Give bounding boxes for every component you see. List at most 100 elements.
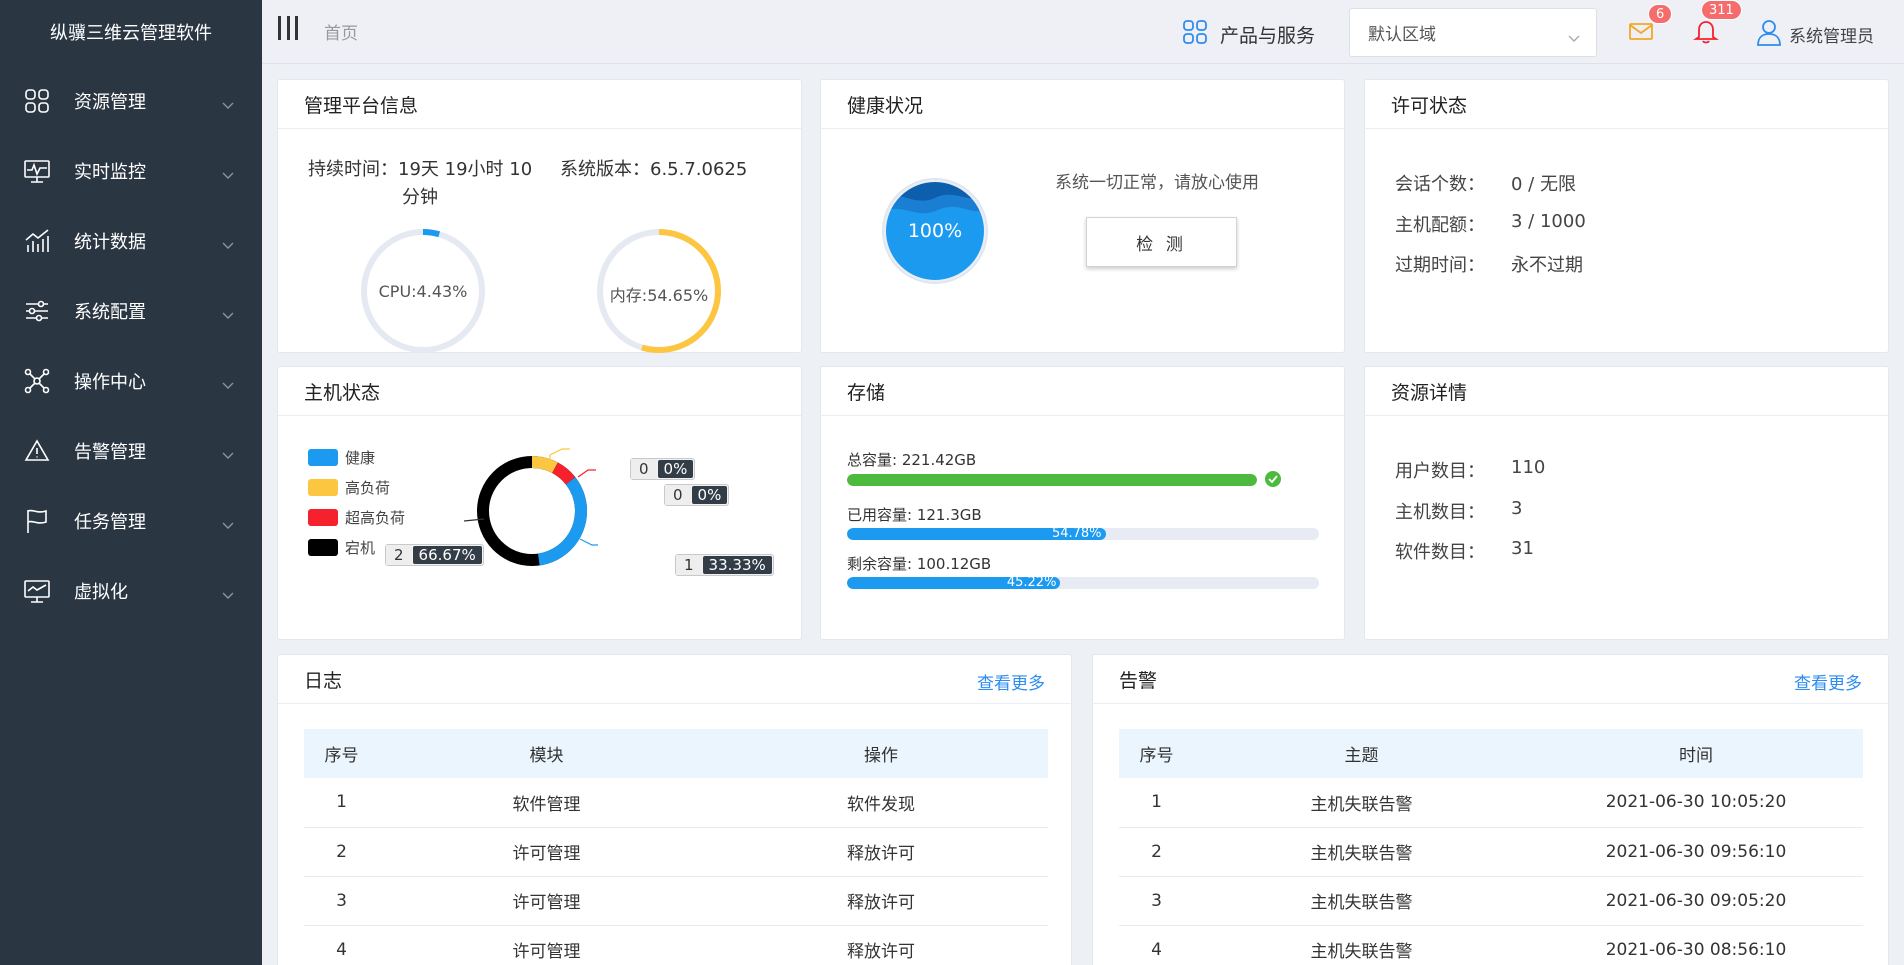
sliders-icon <box>24 298 50 324</box>
health-message: 系统一切正常，请放心使用 <box>1055 173 1259 193</box>
logs-title: 日志 <box>304 669 343 692</box>
uptime-text: 持续时间：19天 19小时 10 <box>308 159 533 180</box>
resources-card: 资源详情 用户数目： 110 主机数目： 3 软件数目： 31 <box>1364 366 1889 640</box>
total-capacity-label: 总容量: 221.42GB <box>847 451 977 469</box>
warning-icon <box>24 438 50 464</box>
donut-slice-1[interactable] <box>531 456 558 474</box>
sidebar-item-label: 系统配置 <box>74 302 146 323</box>
chevron-down-icon <box>222 305 234 324</box>
table-row[interactable]: 3 许可管理 释放许可 <box>304 876 1048 925</box>
leader-line <box>579 538 598 546</box>
check-button[interactable]: 检 测 <box>1086 217 1237 267</box>
pie-label-overload: 0 0% <box>664 484 730 506</box>
table-row[interactable]: 1 主机失联告警 2021-06-30 10:05:20 <box>1119 778 1863 827</box>
table-cell: 4 <box>1151 939 1162 960</box>
free-capacity-bar: 45.22% <box>847 577 1319 589</box>
pie-label-count: 2 <box>386 545 412 565</box>
table-row[interactable]: 4 许可管理 释放许可 <box>304 925 1048 965</box>
resource-key: 用户数目： <box>1395 461 1485 482</box>
alarms-title: 告警 <box>1119 669 1158 692</box>
sidebar-item-resources[interactable]: 资源管理 <box>0 66 262 136</box>
alarms-table: 序号 主题 时间 1 主机失联告警 2021-06-30 10:05:20 2 主机失… <box>1119 729 1863 965</box>
monitor-icon <box>24 158 50 184</box>
user-menu[interactable]: 系统管理员 <box>1755 18 1874 51</box>
app-title: 纵骥三维云管理软件 <box>50 23 212 44</box>
table-row[interactable]: 4 主机失联告警 2021-06-30 08:56:10 <box>1119 925 1863 965</box>
license-row: 主机配额： 3 / 1000 <box>1395 211 1586 237</box>
region-select[interactable]: 默认区域 <box>1349 8 1597 57</box>
resource-row: 用户数目： 110 <box>1395 457 1545 483</box>
sidebar-item-label: 统计数据 <box>74 232 146 253</box>
table-row[interactable]: 2 主机失联告警 2021-06-30 09:56:10 <box>1119 827 1863 876</box>
version-text: 系统版本：6.5.7.0625 <box>560 159 748 180</box>
pie-label-percent: 0% <box>657 460 694 478</box>
table-row[interactable]: 3 主机失联告警 2021-06-30 09:05:20 <box>1119 876 1863 925</box>
table-cell: 软件发现 <box>847 794 915 815</box>
notifications-badge: 311 <box>1701 0 1742 20</box>
license-value: 0 / 无限 <box>1511 174 1576 195</box>
notifications-button[interactable]: 311 <box>1693 0 1742 48</box>
pie-label-percent: 66.67% <box>412 546 482 564</box>
column-header: 主题 <box>1344 746 1379 766</box>
sidebar-item-monitor[interactable]: 实时监控 <box>0 136 262 206</box>
card-title: 存储 <box>821 367 1344 416</box>
table-row[interactable]: 2 许可管理 释放许可 <box>304 827 1048 876</box>
table-cell: 2021-06-30 09:56:10 <box>1605 841 1787 862</box>
table-cell: 2 <box>1151 841 1162 862</box>
pie-label-count: 0 <box>665 485 691 505</box>
leader-line <box>577 469 596 478</box>
sidebar-item-alarms[interactable]: 告警管理 <box>0 416 262 486</box>
sidebar-item-tasks[interactable]: 任务管理 <box>0 486 262 556</box>
products-services-link[interactable]: 产品与服务 <box>1182 19 1315 50</box>
license-row: 会话个数： 0 / 无限 <box>1395 170 1576 196</box>
network-icon <box>24 368 50 394</box>
table-cell: 4 <box>336 939 347 960</box>
sidebar-item-config[interactable]: 系统配置 <box>0 276 262 346</box>
column-header: 时间 <box>1679 746 1713 766</box>
table-row[interactable]: 1 软件管理 软件发现 <box>304 778 1048 827</box>
column-header: 序号 <box>1139 746 1174 766</box>
apps-icon <box>1182 19 1208 50</box>
table-header-row: 序号 模块 操作 <box>304 729 1048 778</box>
menu-toggle-icon[interactable] <box>278 16 298 40</box>
logs-more-link[interactable]: 查看更多 <box>977 669 1045 694</box>
card-title: 健康状况 <box>821 80 1344 129</box>
sidebar-item-label: 告警管理 <box>74 442 146 463</box>
free-capacity-label: 剩余容量: 100.12GB <box>847 555 992 573</box>
chevron-down-icon <box>222 165 234 184</box>
health-water-ball: 100% <box>882 178 988 284</box>
uptime-text-cont: 分钟 <box>402 187 438 208</box>
table-cell: 主机失联告警 <box>1310 942 1413 962</box>
sidebar-item-virtualization[interactable]: 虚拟化 <box>0 556 262 626</box>
resource-key: 软件数目： <box>1395 542 1485 563</box>
sidebar-item-label: 资源管理 <box>74 92 146 113</box>
pie-label-percent: 33.33% <box>702 556 772 574</box>
platform-info-card: 管理平台信息 持续时间：19天 19小时 10 分钟 系统版本：6.5.7.06… <box>277 79 802 353</box>
column-header: 模块 <box>529 746 564 766</box>
mail-button[interactable]: 6 <box>1628 4 1673 48</box>
table-cell: 2021-06-30 09:05:20 <box>1605 890 1787 911</box>
card-title: 管理平台信息 <box>278 80 801 129</box>
top-header: 首页 产品与服务 默认区域 6 311 系统管理员 <box>262 0 1904 64</box>
resource-value: 110 <box>1511 457 1546 478</box>
sidebar-item-statistics[interactable]: 统计数据 <box>0 206 262 276</box>
card-title: 资源详情 <box>1365 367 1888 416</box>
table-cell: 2021-06-30 10:05:20 <box>1605 792 1787 813</box>
table-cell: 主机失联告警 <box>1310 794 1413 815</box>
total-capacity-fill <box>847 474 1257 486</box>
column-header: 操作 <box>864 746 898 766</box>
donut-slice-healthy[interactable] <box>537 477 587 566</box>
region-value: 默认区域 <box>1368 25 1436 45</box>
breadcrumb[interactable]: 首页 <box>324 19 358 44</box>
resource-value: 3 <box>1511 498 1523 519</box>
table-cell: 主机失联告警 <box>1310 893 1413 913</box>
table-cell: 3 <box>336 890 347 911</box>
donut-slice-2[interactable] <box>551 462 576 485</box>
resource-key: 主机数目： <box>1395 502 1485 523</box>
resource-value: 31 <box>1511 538 1534 559</box>
display-icon <box>24 578 50 604</box>
storage-card: 存储 总容量: 221.42GB 已用容量: 121.3GB 54.78% 剩余… <box>820 366 1345 640</box>
sidebar-item-operations[interactable]: 操作中心 <box>0 346 262 416</box>
table-header-row: 序号 主题 时间 <box>1119 729 1863 778</box>
alarms-more-link[interactable]: 查看更多 <box>1794 669 1862 694</box>
